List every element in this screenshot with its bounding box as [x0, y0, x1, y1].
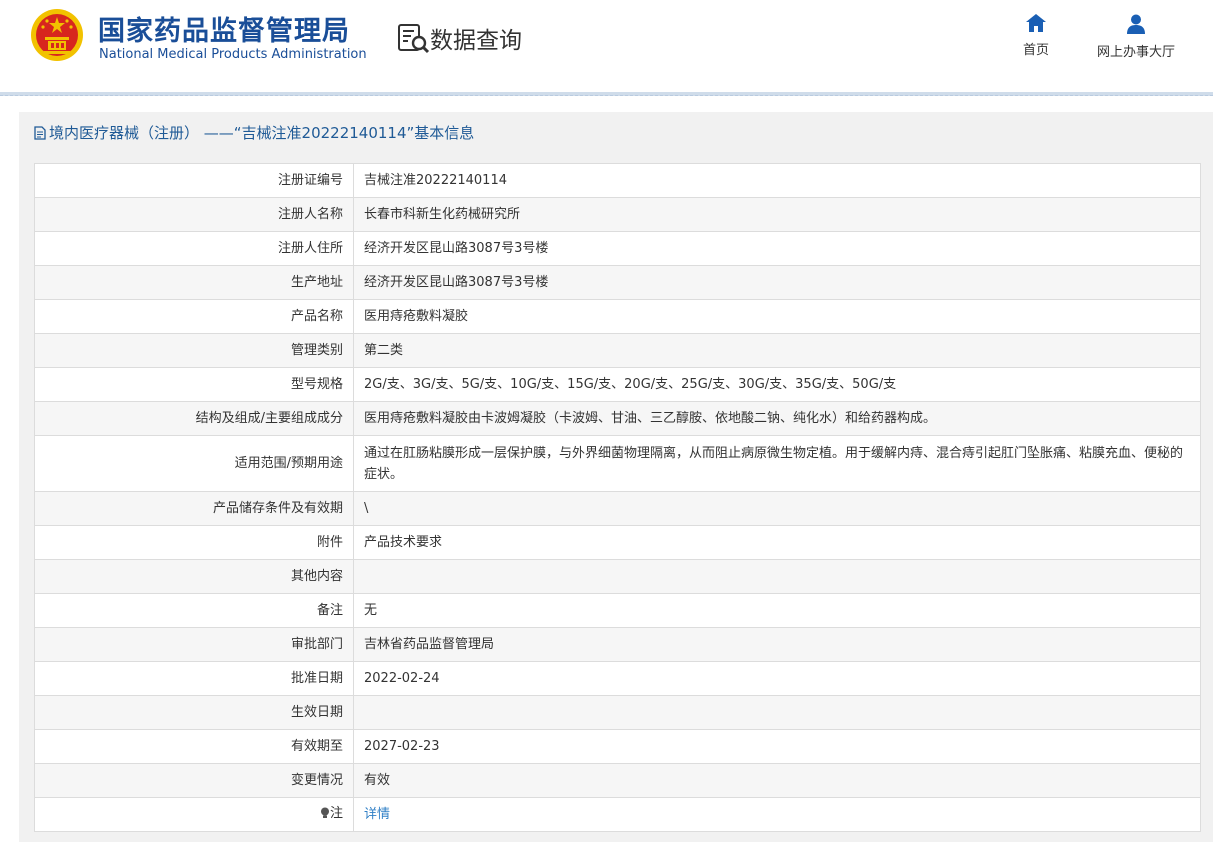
field-value [353, 559, 1201, 594]
field-value: 第二类 [353, 333, 1201, 368]
table-row: 其他内容 [34, 559, 1201, 594]
field-label: 生效日期 [34, 695, 354, 730]
home-icon [1026, 14, 1046, 32]
field-value: 2027-02-23 [353, 729, 1201, 764]
field-value: 吉林省药品监督管理局 [353, 627, 1201, 662]
field-value: 通过在肛肠粘膜形成一层保护膜，与外界细菌物理隔离，从而阻止病原微生物定植。用于缓… [353, 435, 1201, 492]
field-label: 变更情况 [34, 763, 354, 798]
table-row: 产品名称 医用痔疮敷料凝胶 [34, 299, 1201, 334]
table-row: 批准日期 2022-02-24 [34, 661, 1201, 696]
table-row: 有效期至 2027-02-23 [34, 729, 1201, 764]
field-value: \ [353, 491, 1201, 526]
table-row: 生效日期 [34, 695, 1201, 730]
details-link[interactable]: 详情 [364, 807, 390, 822]
field-value: 无 [353, 593, 1201, 628]
table-row: 结构及组成/主要组成成分 医用痔疮敷料凝胶由卡波姆凝胶（卡波姆、甘油、三乙醇胺、… [34, 401, 1201, 436]
field-value: 有效 [353, 763, 1201, 798]
table-row: 注册人住所 经济开发区昆山路3087号3号楼 [34, 231, 1201, 266]
table-row: 管理类别 第二类 [34, 333, 1201, 368]
field-label: 附件 [34, 525, 354, 560]
info-bulb-icon [320, 807, 329, 819]
field-value: 经济开发区昆山路3087号3号楼 [353, 231, 1201, 266]
user-icon [1127, 14, 1145, 34]
document-icon [34, 125, 46, 140]
table-row: 生产地址 经济开发区昆山路3087号3号楼 [34, 265, 1201, 300]
field-value: 长春市科新生化药械研究所 [353, 197, 1201, 232]
org-name-en: National Medical Products Administration [99, 47, 367, 62]
field-value-cell: 详情 [353, 797, 1201, 832]
field-label: 审批部门 [34, 627, 354, 662]
note-label-cell: 注 [34, 797, 354, 832]
field-label: 生产地址 [34, 265, 354, 300]
note-label-wrap: 注 [320, 803, 343, 824]
field-label: 产品名称 [34, 299, 354, 334]
info-table: 注册证编号 吉械注准20222140114 注册人名称 长春市科新生化药械研究所… [34, 163, 1201, 832]
table-row: 注册证编号 吉械注准20222140114 [34, 163, 1201, 198]
table-row: 产品储存条件及有效期 \ [34, 491, 1201, 526]
panel-title: 境内医疗器械（注册） ——“吉械注准20222140114”基本信息 [34, 122, 474, 143]
nav-home[interactable]: 首页 [1016, 14, 1056, 58]
field-label: 注册人名称 [34, 197, 354, 232]
field-label: 备注 [34, 593, 354, 628]
nav-home-label: 首页 [1022, 43, 1049, 58]
field-label: 产品储存条件及有效期 [34, 491, 354, 526]
field-label: 批准日期 [34, 661, 354, 696]
table-row: 附件 产品技术要求 [34, 525, 1201, 560]
field-value: 经济开发区昆山路3087号3号楼 [353, 265, 1201, 300]
table-row: 变更情况 有效 [34, 763, 1201, 798]
panel-title-text: 境内医疗器械（注册） ——“吉械注准20222140114”基本信息 [49, 124, 475, 142]
header-divider [0, 92, 1213, 96]
field-label: 有效期至 [34, 729, 354, 764]
table-row: 注 详情 [34, 797, 1201, 832]
table-row: 备注 无 [34, 593, 1201, 628]
field-label: 型号规格 [34, 367, 354, 402]
field-label: 注 [329, 805, 343, 821]
field-value: 医用痔疮敷料凝胶 [353, 299, 1201, 334]
field-label: 管理类别 [34, 333, 354, 368]
table-row: 注册人名称 长春市科新生化药械研究所 [34, 197, 1201, 232]
field-label: 注册证编号 [34, 163, 354, 198]
table-row: 型号规格 2G/支、3G/支、5G/支、10G/支、15G/支、20G/支、25… [34, 367, 1201, 402]
field-label: 结构及组成/主要组成成分 [34, 401, 354, 436]
field-value: 产品技术要求 [353, 525, 1201, 560]
nav-online-hall-label: 网上办事大厅 [1096, 45, 1175, 60]
field-label: 注册人住所 [34, 231, 354, 266]
org-name-cn: 国家药品监督管理局 [98, 16, 350, 47]
data-search-icon [398, 24, 430, 54]
detail-panel: 境内医疗器械（注册） ——“吉械注准20222140114”基本信息 注册证编号… [19, 112, 1213, 842]
field-value: 吉械注准20222140114 [353, 163, 1201, 198]
table-row: 适用范围/预期用途 通过在肛肠粘膜形成一层保护膜，与外界细菌物理隔离，从而阻止病… [34, 435, 1201, 492]
field-value: 2G/支、3G/支、5G/支、10G/支、15G/支、20G/支、25G/支、3… [353, 367, 1201, 402]
site-header: 国家药品监督管理局 National Medical Products Admi… [0, 0, 1213, 92]
section-title: 数据查询 [430, 28, 522, 54]
nav-online-hall[interactable]: 网上办事大厅 [1088, 14, 1184, 60]
field-label: 适用范围/预期用途 [34, 435, 354, 492]
field-label: 其他内容 [34, 559, 354, 594]
table-row: 审批部门 吉林省药品监督管理局 [34, 627, 1201, 662]
field-value [353, 695, 1201, 730]
field-value: 2022-02-24 [353, 661, 1201, 696]
field-value: 医用痔疮敷料凝胶由卡波姆凝胶（卡波姆、甘油、三乙醇胺、依地酸二钠、纯化水）和给药… [353, 401, 1201, 436]
national-emblem-icon [31, 9, 83, 61]
